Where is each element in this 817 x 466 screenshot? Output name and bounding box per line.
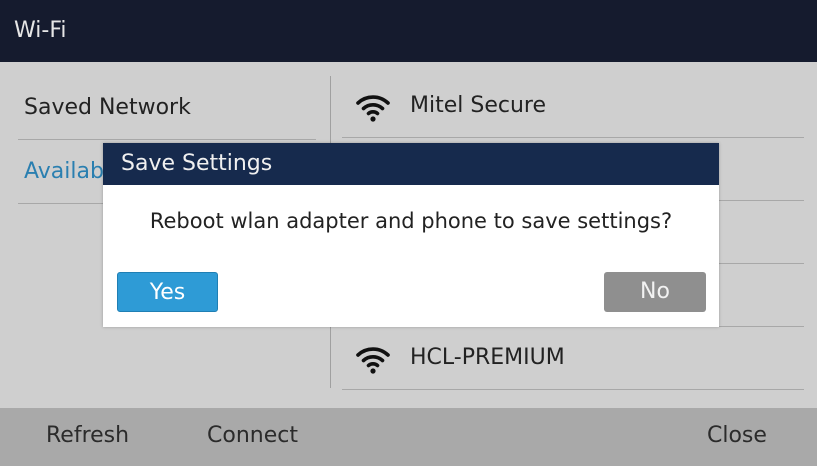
wifi-screen: Wi-Fi Saved Network Available Network Mi… (0, 0, 817, 466)
menu-item-saved-network[interactable]: Saved Network (18, 76, 316, 140)
save-settings-dialog: Save Settings Reboot wlan adapter and ph… (103, 143, 719, 327)
no-button[interactable]: No (604, 272, 706, 312)
network-name: HCL-PREMIUM (410, 345, 565, 370)
refresh-button[interactable]: Refresh (46, 408, 129, 464)
network-name: Mitel Secure (410, 93, 546, 118)
wifi-icon (356, 347, 390, 374)
dialog-title: Save Settings (103, 143, 719, 185)
yes-button[interactable]: Yes (117, 272, 218, 312)
connect-button[interactable]: Connect (207, 408, 298, 464)
network-row-hcl-premium[interactable]: HCL-PREMIUM (342, 326, 804, 390)
network-row-mitel-secure[interactable]: Mitel Secure (342, 74, 804, 138)
softkey-bar: Refresh Connect Close (0, 408, 817, 466)
page-title: Wi-Fi (0, 0, 817, 62)
dialog-message: Reboot wlan adapter and phone to save se… (149, 209, 673, 233)
close-button[interactable]: Close (707, 408, 767, 464)
wifi-icon (356, 95, 390, 122)
